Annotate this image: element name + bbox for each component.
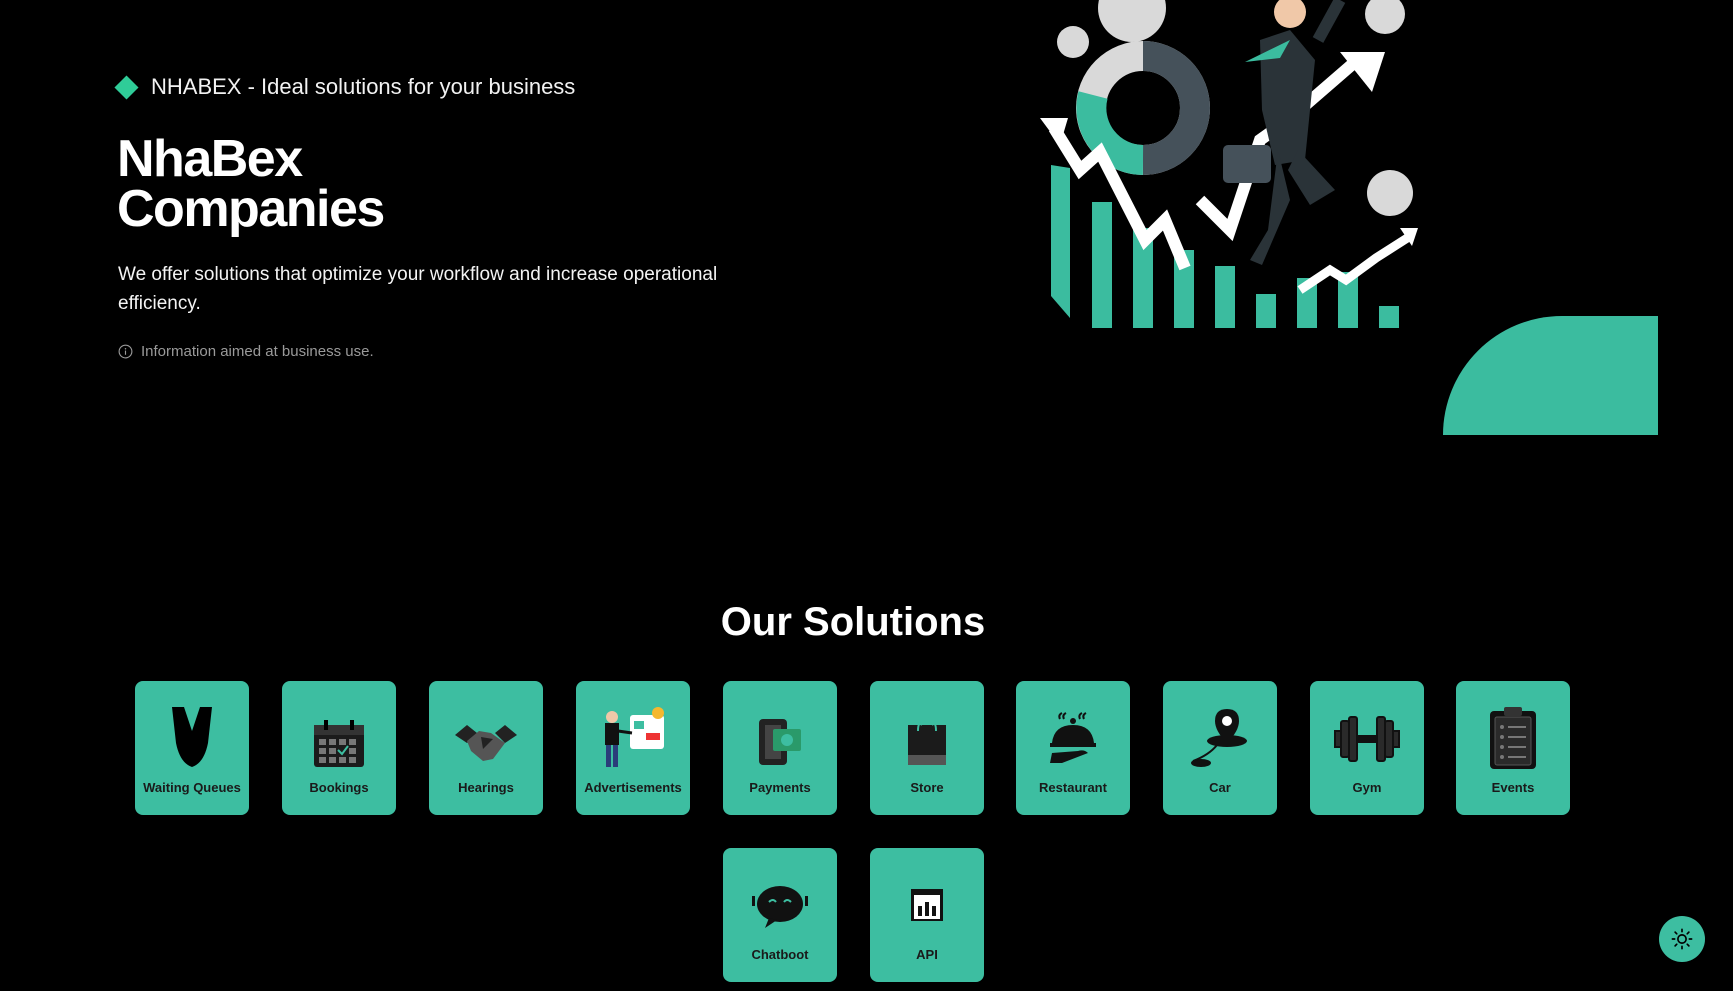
- card-label: Hearings: [458, 780, 514, 795]
- solution-card-chatbot[interactable]: Chatboot: [723, 848, 837, 982]
- clipboard-icon: [1490, 707, 1536, 769]
- api-icon: [911, 889, 943, 921]
- serving-dish-icon: [1050, 712, 1096, 763]
- solution-card-payments[interactable]: Payments: [723, 681, 837, 815]
- card-label: Car: [1209, 780, 1231, 795]
- solutions-title: Our Solutions: [720, 600, 986, 644]
- solution-card-gym[interactable]: Gym: [1310, 681, 1424, 815]
- info-icon: [118, 344, 133, 359]
- solution-card-waiting-queues[interactable]: Waiting Queues: [135, 681, 249, 815]
- tagline-text: NHABEX - Ideal solutions for your busine…: [151, 74, 576, 99]
- solution-card-car[interactable]: Car: [1163, 681, 1277, 815]
- card-label: Chatboot: [751, 947, 809, 962]
- card-label: Gym: [1352, 780, 1382, 795]
- calendar-icon: [314, 720, 364, 767]
- payment-icon: [759, 719, 801, 765]
- hero-title-line2: Companies: [117, 180, 385, 238]
- dumbbell-icon: [1334, 716, 1400, 762]
- card-label: Waiting Queues: [143, 780, 241, 795]
- hero-title: NhaBex Companies: [117, 133, 385, 235]
- shopping-bag-icon: [908, 722, 946, 765]
- card-label: Payments: [749, 780, 811, 795]
- solution-card-api[interactable]: API: [870, 848, 984, 982]
- solution-card-bookings[interactable]: Bookings: [282, 681, 396, 815]
- solution-card-events[interactable]: Events: [1456, 681, 1570, 815]
- card-label: Restaurant: [1039, 780, 1107, 795]
- note-text: Information aimed at business use.: [141, 343, 374, 360]
- decorative-green-shape: [1443, 316, 1658, 435]
- card-label: Bookings: [309, 780, 369, 795]
- handshake-icon: [455, 725, 517, 761]
- sun-icon: [1671, 928, 1693, 950]
- waiting-queues-icon: [172, 707, 212, 767]
- diamond-icon: [114, 74, 139, 100]
- advertisement-icon: [605, 707, 664, 767]
- hero-tagline: NHABEX - Ideal solutions for your busine…: [114, 74, 575, 100]
- card-label: API: [916, 947, 938, 962]
- card-label: Events: [1491, 780, 1535, 795]
- location-pin-icon: [1191, 709, 1247, 767]
- hero-description: We offer solutions that optimize your wo…: [118, 264, 718, 314]
- solution-card-advertisements[interactable]: Advertisements: [576, 681, 690, 815]
- business-growth-illustration: [1040, 0, 1418, 328]
- solution-card-store[interactable]: Store: [870, 681, 984, 815]
- solution-card-restaurant[interactable]: Restaurant: [1016, 681, 1130, 815]
- hero-note: Information aimed at business use.: [118, 343, 374, 360]
- solution-card-hearings[interactable]: Hearings: [429, 681, 543, 815]
- card-label: Advertisements: [584, 780, 682, 795]
- chatbot-icon: [752, 886, 808, 928]
- card-label: Store: [910, 780, 944, 795]
- theme-toggle-button[interactable]: [1659, 916, 1705, 962]
